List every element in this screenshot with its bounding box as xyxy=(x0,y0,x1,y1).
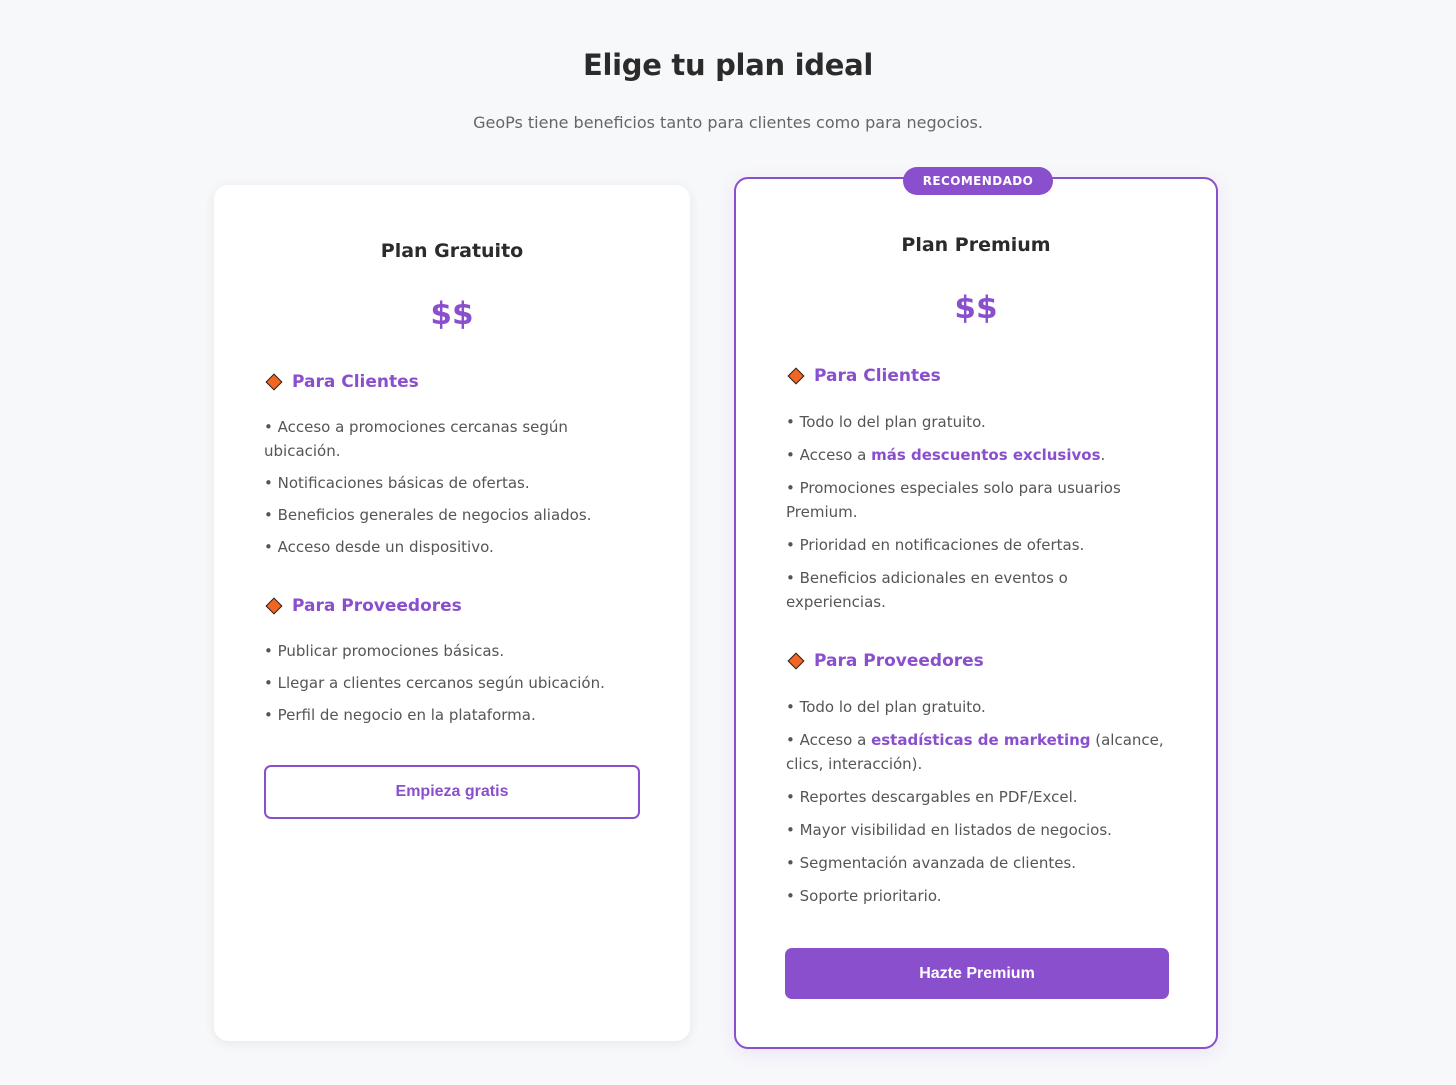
diamond-icon xyxy=(265,597,283,615)
feature-item: • Acceso a más descuentos exclusivos. xyxy=(786,443,1166,467)
pricing-page: Elige tu plan ideal GeoPs tiene benefici… xyxy=(0,0,1456,1085)
plan-name: Plan Premium xyxy=(901,234,1051,256)
page-title: Elige tu plan ideal xyxy=(582,48,873,82)
feature-item: • Todo lo del plan gratuito. xyxy=(786,698,986,716)
diamond-icon xyxy=(787,367,805,385)
feature-item: • Segmentación avanzada de clientes. xyxy=(786,854,1077,872)
feature-item: • Prioridad en notificaciones de ofertas… xyxy=(786,536,1085,554)
feature-list-clients: • Todo lo del plan gratuito. • Acceso a … xyxy=(786,410,1166,614)
feature-list-clients: • Acceso a promociones cercanas según ub… xyxy=(264,415,640,559)
feature-text: • Acceso a xyxy=(786,731,872,749)
feature-item: • Beneficios generales de negocios aliad… xyxy=(264,506,592,524)
plan-card-free: Plan Gratuito $$ Para Clientes • Acceso … xyxy=(214,185,690,1041)
feature-item: • Promociones especiales solo para usuar… xyxy=(786,479,1121,521)
section-providers: Para Proveedores xyxy=(265,596,640,616)
feature-item: • Acceso desde un dispositivo. xyxy=(264,538,494,556)
feature-item: • Perfil de negocio en la plataforma. xyxy=(264,706,536,724)
recommended-badge: RECOMENDADO xyxy=(903,167,1053,195)
plan-price: $$ xyxy=(430,296,474,332)
feature-item: • Notificaciones básicas de ofertas. xyxy=(264,474,530,492)
feature-text: . xyxy=(1100,446,1106,464)
section-clients: Para Clientes xyxy=(787,366,1166,386)
feature-text: • Acceso a xyxy=(786,446,872,464)
plan-name: Plan Gratuito xyxy=(380,240,524,262)
feature-item: • Mayor visibilidad en listados de negoc… xyxy=(786,821,1112,839)
section-title: Para Proveedores xyxy=(292,596,462,616)
section-clients: Para Clientes xyxy=(265,372,640,392)
go-premium-button[interactable]: Hazte Premium xyxy=(785,948,1169,999)
diamond-icon xyxy=(265,373,283,391)
feature-item: • Reportes descargables en PDF/Excel. xyxy=(786,788,1078,806)
start-free-button[interactable]: Empieza gratis xyxy=(264,765,640,819)
section-title: Para Proveedores xyxy=(814,651,984,671)
feature-item: • Llegar a clientes cercanos según ubica… xyxy=(264,674,605,692)
feature-item: • Publicar promociones básicas. xyxy=(264,642,505,660)
feature-highlight: estadísticas de marketing xyxy=(871,731,1091,749)
section-title: Para Clientes xyxy=(814,366,941,386)
feature-item: • Acceso a estadísticas de marketing (al… xyxy=(786,728,1166,776)
section-providers: Para Proveedores xyxy=(787,651,1166,671)
plan-card-premium: RECOMENDADO Plan Premium $$ Para Cliente… xyxy=(734,167,1218,1049)
feature-item: • Acceso a promociones cercanas según ub… xyxy=(264,418,568,460)
page-subtitle: GeoPs tiene beneficios tanto para client… xyxy=(473,113,983,132)
plan-price: $$ xyxy=(954,290,998,326)
feature-item: • Todo lo del plan gratuito. xyxy=(786,413,986,431)
section-title: Para Clientes xyxy=(292,372,419,392)
diamond-icon xyxy=(787,652,805,670)
feature-item: • Beneficios adicionales en eventos o ex… xyxy=(786,569,1068,611)
feature-highlight: más descuentos exclusivos xyxy=(871,446,1101,464)
feature-item: • Soporte prioritario. xyxy=(786,887,942,905)
feature-list-providers: • Publicar promociones básicas. • Llegar… xyxy=(264,639,640,727)
feature-list-providers: • Todo lo del plan gratuito. • Acceso a … xyxy=(786,695,1166,908)
